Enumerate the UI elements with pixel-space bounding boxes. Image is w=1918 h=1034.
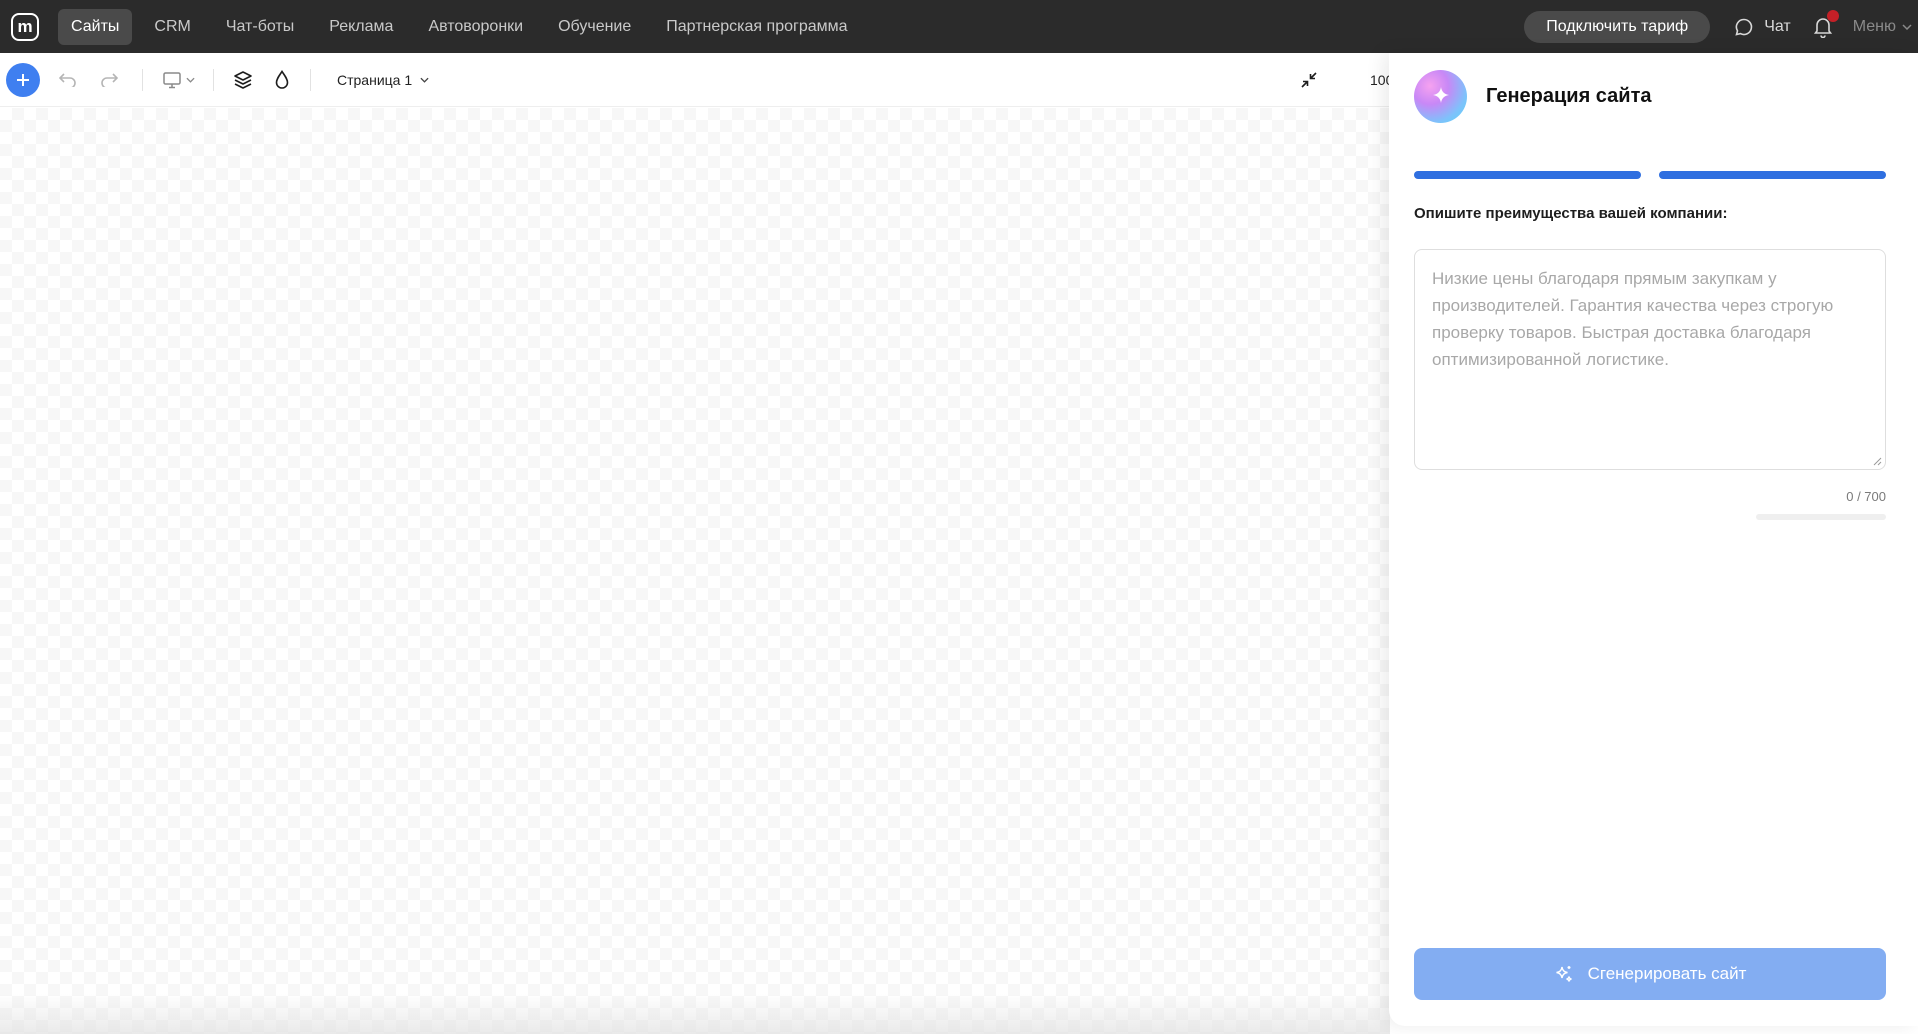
logo[interactable]: m [11, 12, 39, 41]
collapse-icon [1301, 71, 1317, 88]
chat-bubble-icon [1735, 18, 1753, 36]
navbar-actions: Подключить тариф Чат Меню [1524, 0, 1918, 53]
ai-avatar [1414, 70, 1467, 123]
editor-canvas[interactable] [0, 108, 1390, 1034]
generate-site-button[interactable]: Сгенерировать сайт [1414, 948, 1886, 1000]
canvas-bottom-shadow [0, 994, 1390, 1034]
advantages-label: Опишите преимущества вашей компании: [1414, 205, 1728, 222]
chevron-down-icon [420, 77, 429, 83]
nav-item-learning[interactable]: Обучение [545, 9, 644, 45]
nav-item-sites[interactable]: Сайты [58, 8, 133, 45]
toolbar-divider [142, 68, 143, 91]
nav-item-autofunnels[interactable]: Автоворонки [415, 9, 536, 45]
layers-icon [234, 70, 252, 89]
chat-link[interactable]: Чат [1734, 17, 1791, 37]
panel-title: Генерация сайта [1486, 85, 1652, 107]
undo-icon [59, 72, 76, 87]
sparkle-icon [1432, 86, 1449, 103]
plus-icon [17, 73, 29, 86]
nav-item-ads[interactable]: Реклама [316, 9, 406, 45]
page-selector[interactable]: Страница 1 [337, 72, 429, 88]
connect-tariff-button[interactable]: Подключить тариф [1524, 10, 1711, 43]
redo-icon [101, 72, 118, 87]
layers-button[interactable] [232, 69, 254, 91]
notification-dot [1826, 9, 1839, 22]
character-limit-bar [1756, 514, 1886, 520]
nav-item-chatbots[interactable]: Чат-боты [213, 9, 307, 45]
device-selector[interactable] [160, 70, 196, 90]
toolbar-divider [310, 68, 311, 91]
progress-step-1 [1414, 171, 1641, 179]
progress-step-2 [1659, 171, 1886, 179]
logo-glyph: m [17, 17, 33, 36]
menu-label: Меню [1852, 17, 1896, 35]
add-element-button[interactable] [6, 62, 40, 97]
step-progress [1414, 171, 1886, 179]
resize-handle-icon[interactable] [1872, 456, 1882, 466]
page-selector-label: Страница 1 [337, 71, 413, 88]
site-generation-panel: Генерация сайта Опишите преимущества ваш… [1389, 53, 1918, 1026]
top-navbar: m Сайты CRM Чат-боты Реклама Автоворонки… [0, 0, 1918, 53]
chevron-down-icon [185, 77, 195, 83]
advantages-input[interactable] [1414, 249, 1886, 470]
chat-label: Чат [1764, 17, 1791, 35]
desktop-icon [162, 71, 181, 88]
redo-button[interactable] [99, 70, 119, 90]
panel-header: Генерация сайта [1414, 70, 1652, 123]
toolbar-divider [213, 68, 214, 91]
nav-item-partner-program[interactable]: Партнерская программа [653, 9, 860, 45]
collapse-button[interactable] [1298, 69, 1320, 91]
drop-icon [275, 69, 289, 89]
nav-item-crm[interactable]: CRM [141, 9, 203, 45]
undo-button[interactable] [58, 70, 78, 90]
notifications-button[interactable] [1813, 9, 1839, 38]
character-counter: 0 / 700 [1846, 489, 1886, 504]
chevron-down-icon [1902, 23, 1912, 30]
menu-button[interactable]: Меню [1853, 18, 1912, 36]
generate-site-label: Сгенерировать сайт [1587, 964, 1747, 983]
theme-colors-button[interactable] [272, 69, 292, 91]
sparkles-icon [1555, 966, 1572, 982]
